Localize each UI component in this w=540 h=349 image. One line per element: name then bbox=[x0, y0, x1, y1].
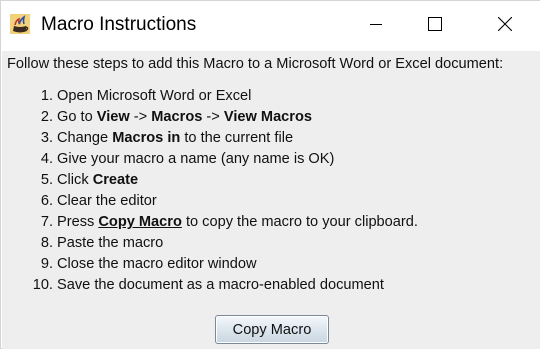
step-emphasis: Macros bbox=[151, 109, 203, 125]
step-text: Click Create bbox=[57, 170, 138, 191]
step-text: Press Copy Macro to copy the macro to yo… bbox=[57, 212, 418, 233]
step-text-part: Save the document as a macro-enabled doc… bbox=[57, 277, 384, 293]
step-emphasis: Create bbox=[92, 172, 139, 188]
step-number: 4. bbox=[40, 151, 53, 167]
minimize-button[interactable] bbox=[353, 1, 399, 51]
step-text-part: Clear the editor bbox=[57, 193, 157, 209]
step-emphasis: View bbox=[96, 109, 130, 125]
step-number: 1. bbox=[40, 88, 53, 104]
step-number: 10. bbox=[32, 277, 53, 293]
copy-macro-button[interactable]: Copy Macro bbox=[215, 315, 329, 344]
intro-text: Follow these steps to add this Macro to … bbox=[7, 56, 504, 72]
step-text-part: -> bbox=[129, 109, 152, 125]
close-icon bbox=[497, 16, 513, 36]
step-number: 9. bbox=[40, 256, 53, 272]
step-text: Open Microsoft Word or Excel bbox=[57, 86, 251, 107]
step-text: Change Macros in to the current file bbox=[57, 128, 293, 149]
dialog-content: Follow these steps to add this Macro to … bbox=[2, 51, 540, 349]
step-text-part: -> bbox=[202, 109, 224, 125]
step-text-part: to the current file bbox=[180, 130, 294, 146]
step-emphasis: Copy Macro bbox=[98, 214, 182, 230]
macro-instructions-window: Macro Instructions Follow these steps to… bbox=[0, 0, 540, 349]
step-number: 3. bbox=[40, 130, 53, 146]
step-text-part: Close the macro editor window bbox=[57, 256, 257, 272]
step-text-part: Give your macro a name (any name is OK) bbox=[57, 151, 335, 167]
step-text-part: Change bbox=[57, 130, 113, 146]
step-text-part: Press bbox=[57, 214, 99, 230]
step-text: Go to View -> Macros -> View Macros bbox=[57, 107, 312, 128]
step-text-part: Click bbox=[57, 172, 93, 188]
step-number: 5. bbox=[40, 172, 53, 188]
maximize-button[interactable] bbox=[412, 1, 458, 51]
step-number: 7. bbox=[40, 214, 53, 230]
step-number: 8. bbox=[40, 235, 53, 251]
step-number: 2. bbox=[40, 109, 53, 125]
step-text: Give your macro a name (any name is OK) bbox=[57, 149, 334, 170]
java-coffee-cup-icon bbox=[10, 14, 30, 34]
minimize-icon bbox=[370, 17, 382, 35]
step-text-part: Open Microsoft Word or Excel bbox=[57, 88, 252, 104]
step-text-part: Go to bbox=[57, 109, 97, 125]
title-bar[interactable]: Macro Instructions bbox=[1, 1, 540, 51]
step-text: Paste the macro bbox=[57, 233, 163, 254]
copy-macro-label: Copy Macro bbox=[232, 321, 312, 338]
step-text-part: to copy the macro to your clipboard. bbox=[181, 214, 418, 230]
step-text: Clear the editor bbox=[57, 191, 157, 212]
step-text-part: Paste the macro bbox=[57, 235, 164, 251]
step-text: Close the macro editor window bbox=[57, 254, 257, 275]
step-emphasis: View Macros bbox=[223, 109, 313, 125]
window-title: Macro Instructions bbox=[41, 14, 197, 35]
step-emphasis: Macros in bbox=[112, 130, 181, 146]
step-text: Save the document as a macro-enabled doc… bbox=[57, 275, 384, 296]
step-number: 6. bbox=[40, 193, 53, 209]
maximize-icon bbox=[428, 16, 442, 36]
close-button[interactable] bbox=[482, 1, 528, 51]
